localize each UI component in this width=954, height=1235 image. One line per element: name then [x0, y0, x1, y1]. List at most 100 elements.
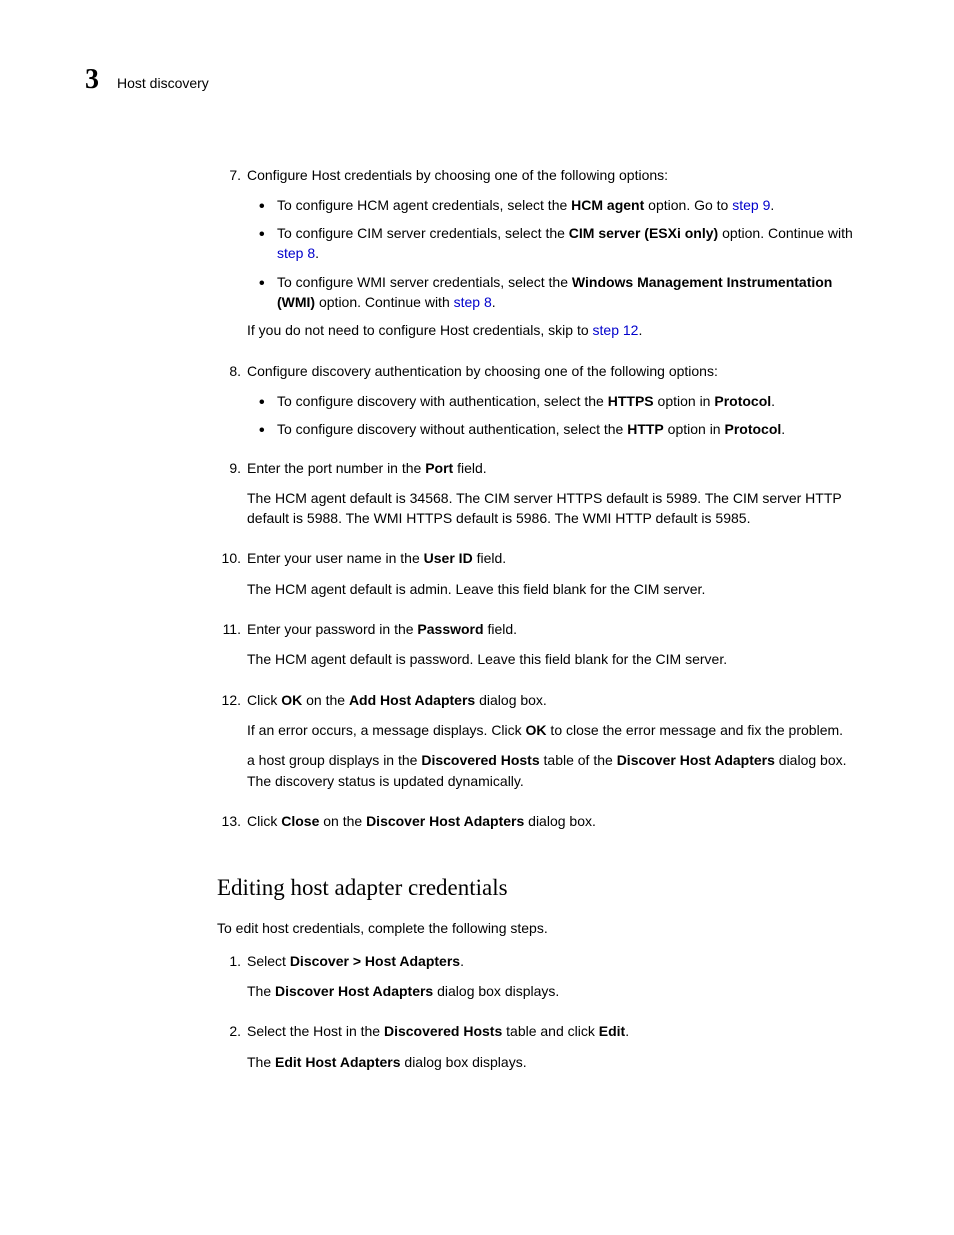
text: table and click	[502, 1023, 599, 1039]
step-number: 9.	[217, 458, 247, 478]
text: Click	[247, 692, 281, 708]
bold-text: Discover > Host Adapters	[290, 953, 460, 969]
step-lead: Enter the port number in the Port field.	[247, 458, 869, 478]
text: To configure discovery with authenticati…	[277, 393, 608, 409]
text: on the	[302, 692, 349, 708]
step-number: 13.	[217, 811, 247, 831]
main-content: 7. Configure Host credentials by choosin…	[217, 165, 869, 1082]
text: To configure HCM agent credentials, sele…	[277, 197, 571, 213]
text: To configure discovery without authentic…	[277, 421, 627, 437]
link-step-8[interactable]: step 8	[277, 245, 315, 261]
bold-text: Protocol	[724, 421, 781, 437]
page-container: 3 Host discovery 7. Configure Host crede…	[0, 0, 954, 1152]
step-para: If an error occurs, a message displays. …	[247, 720, 869, 740]
text: option. Continue with	[718, 225, 853, 241]
text: .	[638, 322, 642, 338]
text: .	[770, 197, 774, 213]
bold-text: Protocol	[714, 393, 771, 409]
step-lead: Configure Host credentials by choosing o…	[247, 165, 869, 185]
bold-text: Edit	[599, 1023, 625, 1039]
bullet-list: To configure HCM agent credentials, sele…	[247, 195, 869, 312]
text: table of the	[540, 752, 617, 768]
text: option in	[664, 421, 725, 437]
step-para: The Discover Host Adapters dialog box di…	[247, 981, 869, 1001]
text: field.	[484, 621, 517, 637]
text: The	[247, 983, 275, 999]
text: .	[781, 421, 785, 437]
text: Select	[247, 953, 290, 969]
text: To configure WMI server credentials, sel…	[277, 274, 572, 290]
bullet-item: To configure WMI server credentials, sel…	[277, 272, 869, 313]
bold-text: OK	[281, 692, 302, 708]
bold-text: OK	[526, 722, 547, 738]
edit-step-1: 1. Select Discover > Host Adapters. The …	[217, 951, 869, 1012]
step-lead: Enter your password in the Password fiel…	[247, 619, 869, 639]
header-title: Host discovery	[117, 73, 209, 93]
bold-text: Discover Host Adapters	[617, 752, 775, 768]
step-number: 10.	[217, 548, 247, 568]
step-para: The Edit Host Adapters dialog box displa…	[247, 1052, 869, 1072]
text: .	[625, 1023, 629, 1039]
text: To configure CIM server credentials, sel…	[277, 225, 569, 241]
step-9: 9. Enter the port number in the Port fie…	[217, 458, 869, 539]
text: to close the error message and fix the p…	[547, 722, 843, 738]
step-body: Select the Host in the Discovered Hosts …	[247, 1021, 869, 1082]
step-lead: Configure discovery authentication by ch…	[247, 361, 869, 381]
step-number: 7.	[217, 165, 247, 185]
text: Enter the port number in the	[247, 460, 425, 476]
text: a host group displays in the	[247, 752, 421, 768]
step-10: 10. Enter your user name in the User ID …	[217, 548, 869, 609]
section-intro: To edit host credentials, complete the f…	[217, 918, 869, 938]
bold-text: HCM agent	[571, 197, 644, 213]
text: If you do not need to configure Host cre…	[247, 322, 593, 338]
text: option. Go to	[644, 197, 732, 213]
text: dialog box displays.	[433, 983, 559, 999]
step-body: Click OK on the Add Host Adapters dialog…	[247, 690, 869, 801]
text: .	[460, 953, 464, 969]
step-lead: Click OK on the Add Host Adapters dialog…	[247, 690, 869, 710]
link-step-9[interactable]: step 9	[732, 197, 770, 213]
step-7: 7. Configure Host credentials by choosin…	[217, 165, 869, 351]
step-para: The HCM agent default is password. Leave…	[247, 649, 869, 669]
step-lead: Click Close on the Discover Host Adapter…	[247, 811, 869, 831]
step-number: 12.	[217, 690, 247, 710]
step-number: 2.	[217, 1021, 247, 1041]
step-body: Configure Host credentials by choosing o…	[247, 165, 869, 351]
step-number: 8.	[217, 361, 247, 381]
step-12: 12. Click OK on the Add Host Adapters di…	[217, 690, 869, 801]
step-8: 8. Configure discovery authentication by…	[217, 361, 869, 448]
step-number: 11.	[217, 619, 247, 639]
step-11: 11. Enter your password in the Password …	[217, 619, 869, 680]
step-lead: Select Discover > Host Adapters.	[247, 951, 869, 971]
bold-text: HTTP	[627, 421, 664, 437]
section-heading: Editing host adapter credentials	[217, 871, 869, 904]
bold-text: Discover Host Adapters	[366, 813, 524, 829]
step-13: 13. Click Close on the Discover Host Ada…	[217, 811, 869, 841]
step-para: The HCM agent default is admin. Leave th…	[247, 579, 869, 599]
bold-text: Port	[425, 460, 453, 476]
step-body: Select Discover > Host Adapters. The Dis…	[247, 951, 869, 1012]
chapter-number: 3	[85, 60, 99, 101]
bold-text: User ID	[424, 550, 473, 566]
text: field.	[473, 550, 506, 566]
step-para: a host group displays in the Discovered …	[247, 750, 869, 791]
step-body: Click Close on the Discover Host Adapter…	[247, 811, 869, 841]
text: If an error occurs, a message displays. …	[247, 722, 526, 738]
bullet-item: To configure CIM server credentials, sel…	[277, 223, 869, 264]
step-number: 1.	[217, 951, 247, 971]
text: Enter your password in the	[247, 621, 417, 637]
step-lead: Enter your user name in the User ID fiel…	[247, 548, 869, 568]
bullet-item: To configure HCM agent credentials, sele…	[277, 195, 869, 215]
step-body: Enter your password in the Password fiel…	[247, 619, 869, 680]
bold-text: CIM server (ESXi only)	[569, 225, 718, 241]
bold-text: Discover Host Adapters	[275, 983, 433, 999]
link-step-12[interactable]: step 12	[593, 322, 639, 338]
link-step-8[interactable]: step 8	[454, 294, 492, 310]
text: option. Continue with	[315, 294, 454, 310]
step-body: Configure discovery authentication by ch…	[247, 361, 869, 448]
text: The	[247, 1054, 275, 1070]
edit-step-2: 2. Select the Host in the Discovered Hos…	[217, 1021, 869, 1082]
text: dialog box displays.	[401, 1054, 527, 1070]
page-header: 3 Host discovery	[85, 60, 869, 101]
bold-text: Edit Host Adapters	[275, 1054, 401, 1070]
